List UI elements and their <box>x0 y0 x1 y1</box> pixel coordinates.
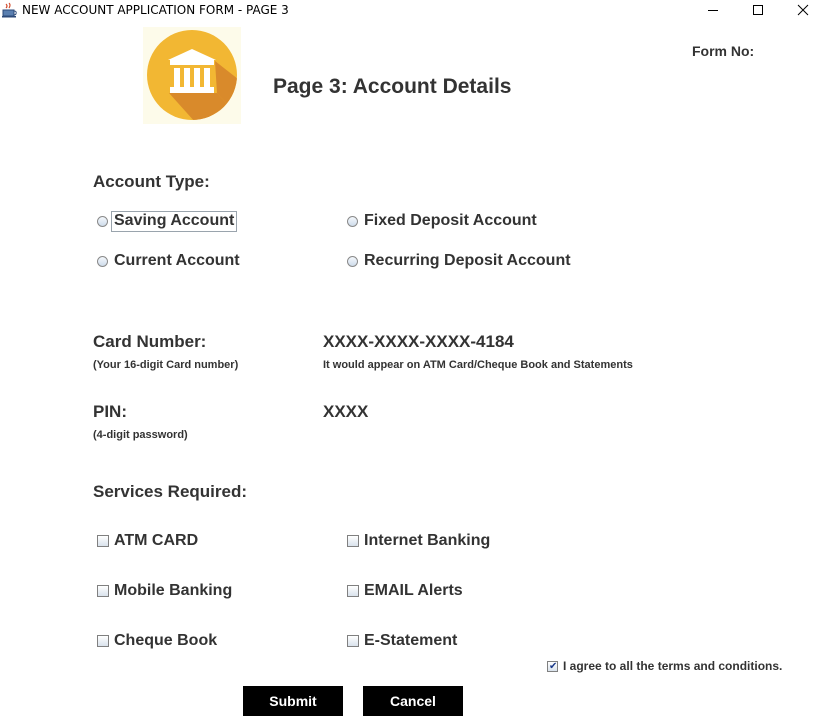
checkbox-indicator <box>347 635 359 647</box>
bank-logo <box>143 27 241 124</box>
pin-hint: (4-digit password) <box>93 429 188 441</box>
checkmark-icon: ✔ <box>549 660 558 672</box>
checkbox-indicator <box>347 585 359 597</box>
window-title: NEW ACCOUNT APPLICATION FORM - PAGE 3 <box>22 3 289 17</box>
radio-label: Current Account <box>114 252 240 269</box>
pin-label: PIN: <box>93 402 127 421</box>
checkbox-indicator: ✔ <box>547 660 558 672</box>
maximize-icon <box>753 5 763 15</box>
terms-agreement-checkbox[interactable]: ✔ I agree to all the terms and condition… <box>547 656 782 676</box>
saving-account-radio[interactable]: Saving Account <box>97 210 238 232</box>
radio-label: Saving Account <box>111 210 238 232</box>
checkbox-label: ATM CARD <box>114 532 199 549</box>
bank-building-icon <box>147 30 237 120</box>
radio-indicator <box>97 215 108 227</box>
fixed-deposit-account-radio[interactable]: Fixed Deposit Account <box>347 211 537 231</box>
checkbox-label: E-Statement <box>364 632 458 649</box>
cheque-book-checkbox[interactable]: Cheque Book <box>97 631 217 651</box>
minimize-icon <box>708 10 718 11</box>
checkbox-label: Mobile Banking <box>114 582 233 599</box>
checkbox-label: I agree to all the terms and conditions. <box>563 659 783 673</box>
pin-value: XXXX <box>323 402 369 421</box>
current-account-radio[interactable]: Current Account <box>97 251 240 271</box>
java-cup-icon <box>2 2 18 18</box>
card-number-label: Card Number: <box>93 332 207 351</box>
internet-banking-checkbox[interactable]: Internet Banking <box>347 531 490 551</box>
radio-indicator <box>97 255 108 267</box>
cancel-button[interactable]: Cancel <box>363 686 463 716</box>
checkbox-indicator <box>97 635 109 647</box>
radio-label: Fixed Deposit Account <box>364 212 537 229</box>
checkbox-label: Internet Banking <box>364 532 491 549</box>
card-number-hint: (Your 16-digit Card number) <box>93 359 239 371</box>
checkbox-indicator <box>97 585 109 597</box>
radio-label: Recurring Deposit Account <box>364 252 571 269</box>
recurring-deposit-account-radio[interactable]: Recurring Deposit Account <box>347 251 571 271</box>
minimize-button[interactable] <box>690 0 736 20</box>
card-number-value: XXXX-XXXX-XXXX-4184 <box>323 332 514 351</box>
close-button[interactable] <box>780 0 824 20</box>
page-title: Page 3: Account Details <box>273 75 512 98</box>
form-no-label: Form No: <box>692 43 755 59</box>
checkbox-indicator <box>97 535 109 547</box>
window-titlebar: NEW ACCOUNT APPLICATION FORM - PAGE 3 <box>0 0 824 20</box>
checkbox-label: EMAIL Alerts <box>364 582 463 599</box>
radio-indicator <box>347 215 358 227</box>
checkbox-indicator <box>347 535 359 547</box>
e-statement-checkbox[interactable]: E-Statement <box>347 631 457 651</box>
email-alerts-checkbox[interactable]: EMAIL Alerts <box>347 581 463 601</box>
maximize-button[interactable] <box>735 0 781 20</box>
close-icon <box>797 4 809 16</box>
card-number-note: It would appear on ATM Card/Cheque Book … <box>323 359 633 371</box>
account-type-label: Account Type: <box>93 172 210 191</box>
checkbox-label: Cheque Book <box>114 632 218 649</box>
atm-card-checkbox[interactable]: ATM CARD <box>97 531 198 551</box>
mobile-banking-checkbox[interactable]: Mobile Banking <box>97 581 232 601</box>
radio-indicator <box>347 255 358 267</box>
services-required-label: Services Required: <box>93 482 248 501</box>
submit-button[interactable]: Submit <box>243 686 343 716</box>
